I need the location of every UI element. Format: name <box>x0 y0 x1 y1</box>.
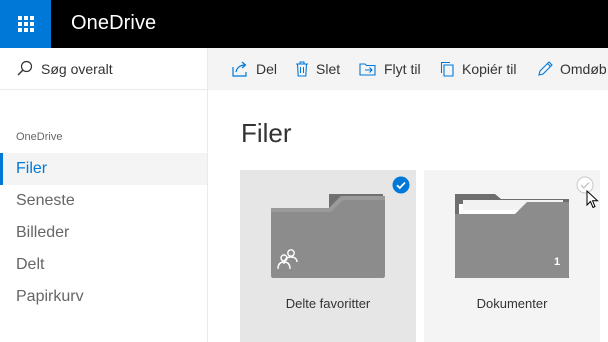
nav-item-papirkurv[interactable]: Papirkurv <box>0 281 207 313</box>
copy-to-label: Kopiér til <box>462 61 517 77</box>
top-bar: OneDrive <box>0 0 608 48</box>
app-title[interactable]: OneDrive <box>71 12 156 35</box>
search-box[interactable]: Søg overalt <box>0 48 207 90</box>
rename-button[interactable]: Omdøb <box>537 48 607 90</box>
app-launcher-button[interactable] <box>0 0 51 48</box>
nav-item-billeder[interactable]: Billeder <box>0 217 207 249</box>
move-to-label: Flyt til <box>384 61 421 77</box>
move-icon <box>359 63 376 76</box>
mouse-cursor-icon <box>586 190 599 209</box>
folder-name: Delte favoritter <box>285 296 371 311</box>
folder-tile-delte-favoritter[interactable]: Delte favoritter <box>240 170 416 342</box>
item-count: 1 <box>554 256 561 268</box>
copy-icon <box>440 61 454 77</box>
selected-check-icon[interactable] <box>392 176 410 194</box>
rename-icon <box>538 61 553 76</box>
copy-to-button[interactable]: Kopiér til <box>440 48 516 90</box>
folder-icon <box>455 194 569 278</box>
nav-item-delt[interactable]: Delt <box>0 249 207 281</box>
rename-label: Omdøb <box>560 61 607 77</box>
search-placeholder: Søg overalt <box>41 61 113 77</box>
share-icon <box>232 61 247 77</box>
nav-item-seneste[interactable]: Seneste <box>0 185 207 217</box>
delete-button[interactable]: Slet <box>295 48 340 90</box>
folder-tile-dokumenter[interactable]: 1 Dokumenter <box>424 170 600 342</box>
delete-label: Slet <box>316 61 341 77</box>
folder-name: Dokumenter <box>476 296 548 311</box>
shared-folder-icon <box>271 194 385 278</box>
trash-icon <box>296 61 308 77</box>
share-button[interactable]: Del <box>232 48 277 90</box>
waffle-icon <box>17 16 34 32</box>
move-to-button[interactable]: Flyt til <box>359 48 421 90</box>
main-content: Filer Delte favoritter 1 Dokumenter <box>208 90 608 342</box>
command-bar: Del Slet Flyt til Kopiér til Omdøb <box>208 48 608 90</box>
left-navigation: Søg overalt OneDrive Filer Seneste Bille… <box>0 48 208 342</box>
share-label: Del <box>256 61 278 77</box>
search-icon <box>17 60 33 76</box>
page-title: Filer <box>241 118 292 148</box>
nav-heading: OneDrive <box>16 131 63 143</box>
nav-item-filer[interactable]: Filer <box>0 153 207 185</box>
